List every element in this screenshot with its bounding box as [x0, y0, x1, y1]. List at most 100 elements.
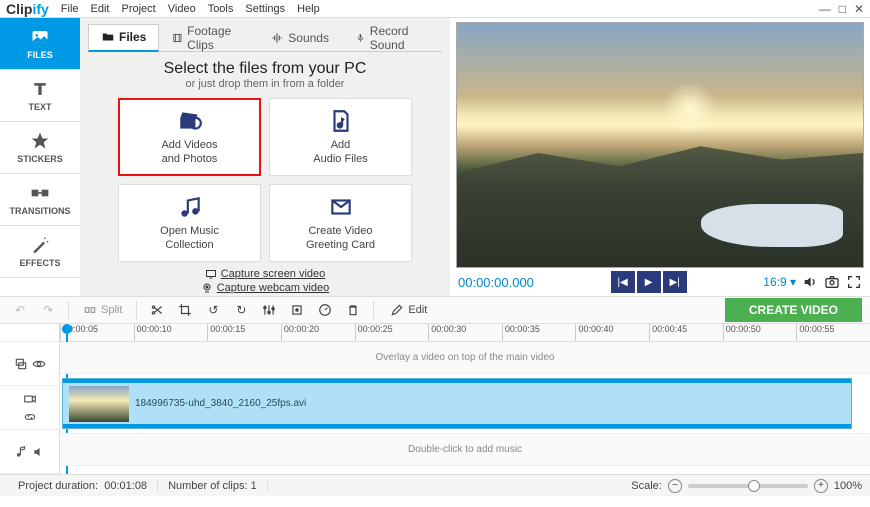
- add-videos-photos-button[interactable]: Add Videosand Photos: [118, 98, 261, 176]
- sound-icon: [270, 31, 284, 45]
- timecode: 00:00:00.000: [458, 275, 534, 290]
- sidebar: FILES TEXT STICKERS TRANSITIONS EFFECTS: [0, 18, 80, 296]
- menu-edit[interactable]: Edit: [91, 3, 110, 15]
- capture-webcam-link[interactable]: Capture webcam video: [201, 282, 330, 294]
- sidebar-item-text[interactable]: TEXT: [0, 70, 80, 122]
- next-frame-button[interactable]: ▶|: [663, 271, 687, 293]
- menu-file[interactable]: File: [61, 3, 79, 15]
- zoom-out-button[interactable]: −: [668, 479, 682, 493]
- screen-icon: [205, 268, 217, 280]
- crop-button[interactable]: [173, 299, 197, 321]
- tab-footage[interactable]: Footage Clips: [159, 24, 257, 52]
- create-greeting-card-button[interactable]: Create VideoGreeting Card: [269, 184, 412, 262]
- pencil-icon: [390, 303, 404, 317]
- menu-help[interactable]: Help: [297, 3, 320, 15]
- clip-count: Number of clips: 1: [158, 480, 268, 492]
- clip-filename: 184996735-uhd_3840_2160_25fps.avi: [135, 398, 306, 409]
- open-music-collection-button[interactable]: Open MusicCollection: [118, 184, 261, 262]
- timeline-track-headers: [0, 324, 60, 474]
- timeline: 00:00:0500:00:1000:00:1500:00:2000:00:25…: [0, 324, 870, 474]
- timeline-ruler[interactable]: 00:00:0500:00:1000:00:1500:00:2000:00:25…: [60, 324, 870, 342]
- overlay-track-header[interactable]: [0, 342, 59, 386]
- transitions-icon: [30, 183, 50, 203]
- timeline-tracks[interactable]: 00:00:0500:00:1000:00:1500:00:2000:00:25…: [60, 324, 870, 474]
- timeline-toolbar: ↶ ↷ Split ↺ ↻ Edit CREATE VIDEO: [0, 296, 870, 324]
- crop-icon: [178, 303, 192, 317]
- split-button[interactable]: Split: [77, 303, 128, 317]
- sidebar-item-transitions[interactable]: TRANSITIONS: [0, 174, 80, 226]
- audio-file-icon: [328, 108, 354, 134]
- music-track[interactable]: Double-click to add music: [60, 434, 870, 466]
- webcam-icon: [201, 282, 213, 294]
- speed-button[interactable]: [313, 299, 337, 321]
- maximize-button[interactable]: □: [839, 2, 846, 16]
- undo-button[interactable]: ↶: [8, 299, 32, 321]
- zoom-in-button[interactable]: +: [814, 479, 828, 493]
- zoom-slider[interactable]: [688, 484, 808, 488]
- sidebar-item-stickers[interactable]: STICKERS: [0, 122, 80, 174]
- sidebar-item-files[interactable]: FILES: [0, 18, 80, 70]
- rotate-left-button[interactable]: ↺: [201, 299, 225, 321]
- stabilize-icon: [290, 303, 304, 317]
- panel-heading: Select the files from your PC: [88, 60, 442, 78]
- playhead[interactable]: [62, 324, 72, 334]
- window-controls: — □ ✕: [819, 2, 864, 16]
- preview-controls: 00:00:00.000 |◀ ▶ ▶| 16:9 ▾: [456, 268, 864, 296]
- video-track[interactable]: 184996735-uhd_3840_2160_25fps.avi: [60, 374, 870, 434]
- image-icon: [30, 27, 50, 47]
- mic-icon: [355, 31, 366, 45]
- tab-sounds[interactable]: Sounds: [257, 24, 342, 52]
- prev-frame-button[interactable]: |◀: [611, 271, 635, 293]
- sidebar-item-effects[interactable]: EFFECTS: [0, 226, 80, 278]
- menu-settings[interactable]: Settings: [245, 3, 285, 15]
- add-audio-files-button[interactable]: AddAudio Files: [269, 98, 412, 176]
- close-button[interactable]: ✕: [854, 2, 864, 16]
- zoom-value: 100%: [834, 480, 862, 492]
- sliders-icon: [262, 303, 276, 317]
- cut-button[interactable]: [145, 299, 169, 321]
- menu-video[interactable]: Video: [168, 3, 196, 15]
- tab-files[interactable]: Files: [88, 24, 159, 52]
- fullscreen-icon[interactable]: [846, 274, 862, 290]
- aspect-ratio[interactable]: 16:9 ▾: [763, 275, 796, 289]
- wand-icon: [30, 235, 50, 255]
- link-icon[interactable]: [23, 410, 37, 424]
- volume-icon[interactable]: [802, 274, 818, 290]
- music-track-header[interactable]: [0, 430, 59, 474]
- note-icon: [14, 445, 28, 459]
- speaker-icon[interactable]: [32, 445, 46, 459]
- play-button[interactable]: ▶: [637, 271, 661, 293]
- edit-button[interactable]: Edit: [382, 303, 435, 317]
- snapshot-icon[interactable]: [824, 274, 840, 290]
- star-icon: [30, 131, 50, 151]
- menu-project[interactable]: Project: [122, 3, 156, 15]
- film-icon: [172, 31, 183, 45]
- preview-pane: 00:00:00.000 |◀ ▶ ▶| 16:9 ▾: [450, 18, 870, 296]
- menu-tools[interactable]: Tools: [208, 3, 234, 15]
- video-clip[interactable]: 184996735-uhd_3840_2160_25fps.avi: [62, 378, 852, 429]
- rotate-right-button[interactable]: ↻: [229, 299, 253, 321]
- delete-button[interactable]: [341, 299, 365, 321]
- capture-screen-link[interactable]: Capture screen video: [205, 268, 326, 280]
- create-video-button[interactable]: CREATE VIDEO: [725, 298, 862, 322]
- project-duration: Project duration: 00:01:08: [8, 480, 158, 492]
- panel-tabs: Files Footage Clips Sounds Record Sound: [88, 24, 442, 52]
- add-grid: Add Videosand Photos AddAudio Files Open…: [88, 98, 442, 262]
- redo-button[interactable]: ↷: [36, 299, 60, 321]
- music-icon: [177, 194, 203, 220]
- folder-icon: [101, 30, 115, 44]
- stabilize-button[interactable]: [285, 299, 309, 321]
- card-icon: [328, 194, 354, 220]
- text-icon: [30, 79, 50, 99]
- eye-icon[interactable]: [32, 357, 46, 371]
- status-bar: Project duration: 00:01:08 Number of cli…: [0, 474, 870, 496]
- adjust-button[interactable]: [257, 299, 281, 321]
- camera-icon: [23, 392, 37, 406]
- capture-links: Capture screen video Capture webcam vide…: [88, 268, 442, 294]
- tab-record[interactable]: Record Sound: [342, 24, 442, 52]
- minimize-button[interactable]: —: [819, 2, 831, 16]
- preview-viewport[interactable]: [456, 22, 864, 268]
- main-menu: File Edit Project Video Tools Settings H…: [61, 3, 320, 15]
- video-track-header[interactable]: [0, 386, 59, 430]
- overlay-track[interactable]: Overlay a video on top of the main video: [60, 342, 870, 374]
